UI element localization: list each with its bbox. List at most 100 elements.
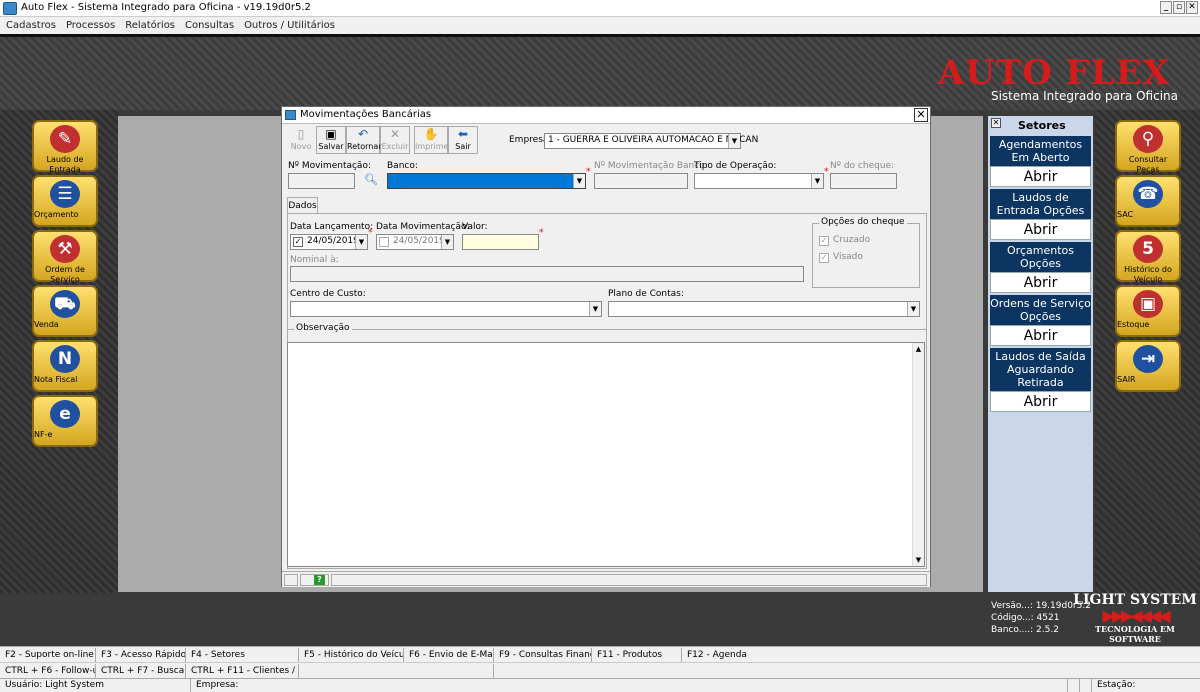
observacao-title: Observação [294,323,352,333]
menu-cadastros[interactable]: Cadastros [6,20,56,31]
scroll-up-icon[interactable]: ▲ [913,343,924,355]
abrir-agendamentos-button[interactable]: Abrir [990,166,1091,187]
arrow-left-icon: ⬅ [457,127,469,141]
retornar-button[interactable]: ↶ Retornar [346,126,382,154]
arrows-icon: ▶▶▶◀◀◀◀ [1102,606,1170,625]
empresa-select[interactable]: 1 - GUERRA E OLIVEIRA AUTOMACAO E MECAN … [544,133,758,149]
sair-button[interactable]: ⇥ SAIR [1115,340,1181,392]
historico-veiculo-button[interactable]: 5 Histórico do Veículo [1115,230,1181,284]
required-marker: * [368,228,373,238]
fkey-f11[interactable]: F11 - Produtos [592,648,682,662]
cruzado-checkbox[interactable]: ✓ [819,236,829,246]
num-cheque-field[interactable] [830,173,897,189]
box-icon: ▣ [1133,290,1163,318]
light-system-logo: LIGHT SYSTEM ▶▶▶◀◀◀◀ TECNOLOGIA EM SOFTW… [1072,592,1198,644]
search-icon[interactable]: 🔍︎ [362,173,380,190]
status-usuario: Usuário: Light System [0,679,191,692]
exit-icon: ⇥ [1133,345,1163,373]
fkey-f9[interactable]: F9 - Consultas Financeir [494,648,592,662]
fkey-f12[interactable]: F12 - Agenda [682,648,1200,662]
laudo-entrada-button[interactable]: ✎ Laudo de Entrada [32,120,98,174]
memo-scrollbar[interactable]: ▲ ▼ [912,343,924,566]
fkey-f3[interactable]: F3 - Acesso Rápido [96,648,186,662]
header-banner: AUTO FLEX Sistema Integrado para Oficina [0,34,1200,110]
data-movimentacao-field[interactable]: 24/05/2019 ▼ [376,234,454,250]
setor-ordens-servico: Ordens de Serviço Opções Abrir [990,295,1091,346]
data-lancamento-checkbox[interactable]: ✓ [293,237,303,247]
dialog-close-button[interactable]: ✕ [914,108,928,122]
nfe-button[interactable]: e NF-e [32,395,98,447]
ordem-servico-button[interactable]: ⚒ Ordem de Serviço [32,230,98,284]
chevron-down-icon: ▼ [589,302,601,316]
valor-label: Valor: [462,222,488,232]
fkey-f6[interactable]: F6 - Envio de E-Mail [404,648,494,662]
required-marker: * [824,167,829,177]
fkey-ctrl-f7[interactable]: CTRL + F7 - Busca CEI [96,664,186,678]
menu-outros[interactable]: Outros / Utilitários [244,20,335,31]
venda-button[interactable]: ⛟ Venda [32,285,98,337]
help-icon[interactable]: ? [314,575,325,585]
centro-custo-select[interactable]: ▼ [290,301,602,317]
valor-field[interactable] [462,234,539,250]
tipo-operacao-select[interactable]: ▼ [694,173,824,189]
chevron-down-icon: ▼ [441,235,453,249]
abrir-orcamentos-button[interactable]: Abrir [990,272,1091,293]
data-lancamento-label: Data Lançamento: [290,222,374,232]
observacao-textarea[interactable]: ▲ ▼ [287,342,925,567]
novo-button[interactable]: ▯ Novo [286,126,316,154]
menu-relatorios[interactable]: Relatórios [125,20,175,31]
abrir-laudos-entrada-button[interactable]: Abrir [990,219,1091,240]
orcamento-button[interactable]: ☰ Orçamento [32,175,98,227]
setores-panel: ✕ Setores Agendamentos Em Aberto Abrir L… [988,116,1093,592]
chevron-down-icon: ▼ [573,174,585,188]
restore-button[interactable]: ▫ [1173,1,1185,14]
nfe-icon: e [50,400,80,428]
visado-label: Visado [833,252,863,262]
banco-label: Banco: [387,161,418,171]
minimize-button[interactable]: _ [1160,1,1172,14]
fkey-ctrl-f6[interactable]: CTRL + F6 - Follow-up [0,664,96,678]
banco-select[interactable]: ▼ [387,173,586,189]
fkey-f2[interactable]: F2 - Suporte on-line [0,648,96,662]
estoque-button[interactable]: ▣ Estoque [1115,285,1181,337]
abrir-laudos-saida-button[interactable]: Abrir [990,391,1091,412]
cruzado-label: Cruzado [833,235,871,245]
plano-contas-select[interactable]: ▼ [608,301,920,317]
num-mov-label: Nº Movimentação: [288,161,371,171]
setor-orcamentos: Orçamentos Opções Abrir [990,242,1091,293]
data-movimentacao-checkbox[interactable] [379,237,389,247]
dialog-titlebar: Movimentações Bancárias ✕ [282,107,930,124]
fkey-ctrl-f11[interactable]: CTRL + F11 - Clientes / Forr [186,664,299,678]
sac-button[interactable]: ☎ SAC [1115,175,1181,227]
tab-dados[interactable]: Dados [287,197,318,214]
menu-bar: Cadastros Processos Relatórios Consultas… [0,17,1200,34]
abrir-ordens-servico-button[interactable]: Abrir [990,325,1091,346]
dialog-icon [285,110,296,120]
num-mov-banco-field[interactable] [594,173,688,189]
chevron-down-icon: ▼ [811,174,823,188]
imprime-button[interactable]: ✋ Imprime [414,126,448,154]
sair-dialog-button[interactable]: ⬅ Sair [448,126,478,154]
excluir-button[interactable]: ✕ Excluir [380,126,410,154]
nota-fiscal-button[interactable]: N Nota Fiscal [32,340,98,392]
chevron-down-icon: ▼ [728,134,740,148]
document-icon: ☰ [50,180,80,208]
scroll-down-icon[interactable]: ▼ [913,554,924,566]
close-button[interactable]: ✕ [1186,1,1198,14]
setores-close-icon[interactable]: ✕ [991,118,1001,128]
required-marker: * [586,167,591,177]
consultar-pecas-button[interactable]: ⚲ Consultar Peças [1115,120,1181,174]
fkey-f5[interactable]: F5 - Histórico do Veículo [299,648,404,662]
menu-processos[interactable]: Processos [66,20,115,31]
headset-icon: ☎ [1133,180,1163,208]
salvar-button[interactable]: ▣ Salvar [316,126,346,154]
data-lancamento-field[interactable]: ✓ 24/05/2019 ▼ [290,234,368,250]
num-mov-field[interactable] [288,173,355,189]
wrench-icon: ⚒ [50,235,80,263]
delete-icon: ✕ [389,127,401,141]
visado-checkbox[interactable]: ✓ [819,253,829,263]
status-estacao: Estação: [1097,680,1136,690]
fkey-f4[interactable]: F4 - Setores [186,648,299,662]
nominal-field[interactable] [290,266,804,282]
menu-consultas[interactable]: Consultas [185,20,234,31]
